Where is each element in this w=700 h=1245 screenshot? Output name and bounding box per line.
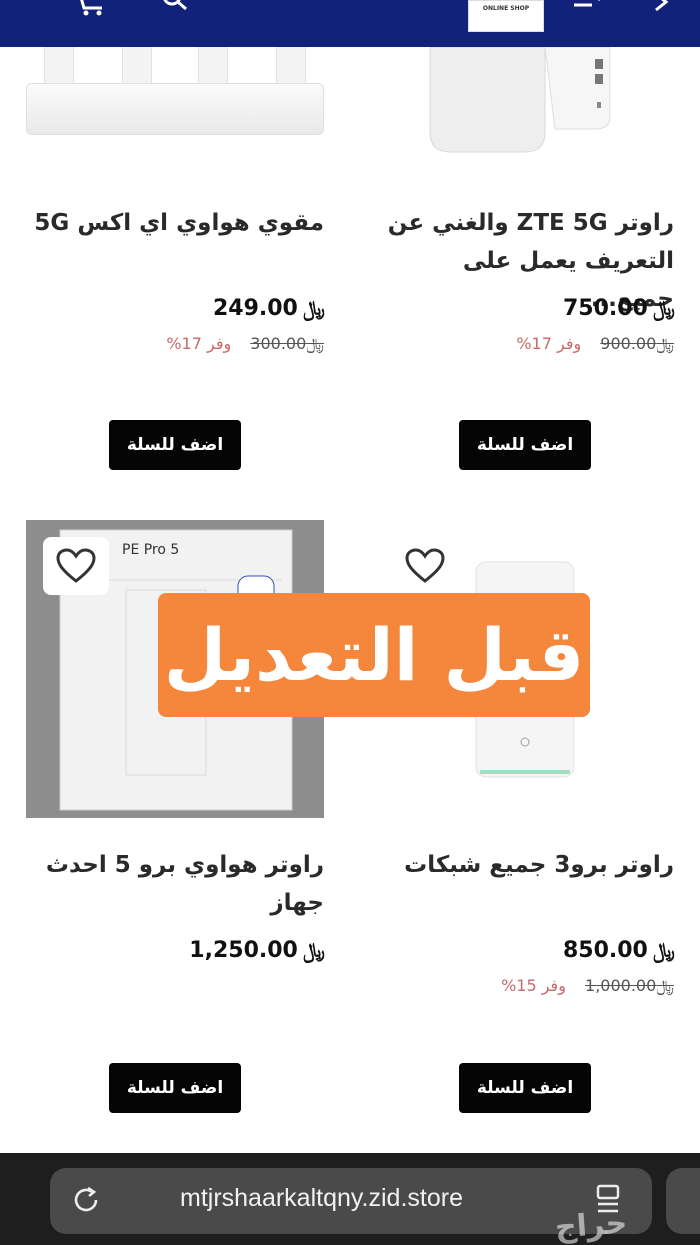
add-to-cart-button[interactable]: اضف للسلة <box>109 420 241 470</box>
riyal-icon: ﷼ <box>650 294 676 322</box>
riyal-icon: ﷼ <box>300 936 326 964</box>
old-price-value: 900.00 <box>600 334 657 353</box>
store-logo[interactable]: ONLINE SHOP <box>468 0 544 32</box>
heart-icon <box>405 548 445 583</box>
riyal-icon: ﷼ <box>656 976 674 995</box>
before-edit-banner: قبل التعديل <box>158 593 590 717</box>
product-image[interactable] <box>380 47 680 157</box>
old-price-row: ﷼900.00 وفر 17% <box>420 334 674 354</box>
top-navbar: ONLINE SHOP <box>0 0 700 47</box>
old-price: ﷼900.00 <box>600 334 674 353</box>
cart-icon[interactable] <box>72 0 108 16</box>
product-price: ﷼249.00 <box>126 294 326 322</box>
watermark: حراج <box>553 1205 629 1245</box>
product-price: ﷼750.00 <box>476 294 676 322</box>
price-value: 750.00 <box>562 296 648 321</box>
riyal-icon: ﷼ <box>650 936 676 964</box>
price-value: 249.00 <box>212 296 298 321</box>
old-price-value: 300.00 <box>250 334 307 353</box>
old-price-row: ﷼1,000.00 وفر 15% <box>420 976 674 996</box>
product-title[interactable]: راوتر برو3 جميع شبكات <box>376 846 674 884</box>
box-label: PE Pro 5 <box>122 542 180 558</box>
riyal-icon: ﷼ <box>306 334 324 353</box>
menu-icon[interactable] <box>572 0 608 14</box>
product-title[interactable]: راوتر هواوي برو 5 احدث جهاز <box>26 846 324 922</box>
add-to-cart-button[interactable]: اضف للسلة <box>459 1063 591 1113</box>
price-value: 850.00 <box>562 938 648 963</box>
product-title[interactable]: مقوي هواوي اي اكس 5G <box>26 204 324 242</box>
old-price: ﷼1,000.00 <box>585 976 674 995</box>
reload-icon[interactable] <box>70 1184 102 1216</box>
product-price: ﷼1,250.00 <box>126 936 326 964</box>
price-value: 1,250.00 <box>189 938 298 963</box>
heart-icon <box>56 548 96 583</box>
search-icon[interactable] <box>160 0 196 12</box>
wishlist-button[interactable] <box>392 537 458 595</box>
add-to-cart-button[interactable]: اضف للسلة <box>109 1063 241 1113</box>
router-body <box>26 83 324 135</box>
old-price-value: 1,000.00 <box>585 976 657 995</box>
url-text[interactable]: mtjrshaarkaltqny.zid.store <box>180 1184 463 1213</box>
wishlist-button[interactable] <box>43 537 109 595</box>
riyal-icon: ﷼ <box>300 294 326 322</box>
product-image[interactable] <box>26 47 326 139</box>
discount-badge: وفر 17% <box>516 334 582 353</box>
next-tab-peek[interactable] <box>666 1168 700 1234</box>
add-to-cart-button[interactable]: اضف للسلة <box>459 420 591 470</box>
product-price: ﷼850.00 <box>476 936 676 964</box>
old-price-row: ﷼300.00 وفر 17% <box>70 334 324 354</box>
riyal-icon: ﷼ <box>656 334 674 353</box>
discount-badge: وفر 17% <box>166 334 232 353</box>
back-arrow-icon[interactable] <box>650 0 674 12</box>
old-price: ﷼300.00 <box>250 334 324 353</box>
discount-badge: وفر 15% <box>501 976 566 995</box>
